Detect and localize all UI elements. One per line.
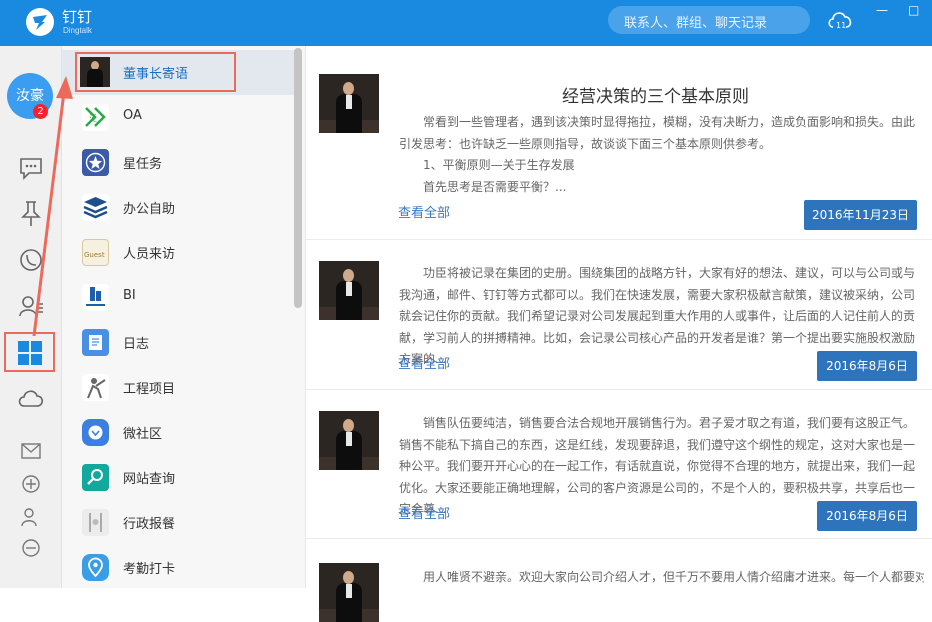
cloud-sync-icon[interactable]: 11 bbox=[826, 7, 854, 37]
excerpt-line: 1、平衡原则—关于生存发展 bbox=[423, 158, 575, 172]
app-label: 人员来访 bbox=[123, 247, 176, 262]
app-label: 微社区 bbox=[123, 427, 163, 442]
unread-badge: 2 bbox=[33, 104, 48, 119]
date-button[interactable]: 2016年11月23日 bbox=[804, 200, 917, 230]
more-icon[interactable] bbox=[21, 538, 41, 562]
add-icon[interactable] bbox=[21, 474, 41, 498]
app-label: OA bbox=[123, 108, 142, 123]
left-nav: 汝豪 2 bbox=[0, 46, 62, 588]
minimize-button[interactable]: — bbox=[876, 3, 888, 17]
app-label: BI bbox=[123, 288, 136, 303]
search-input[interactable]: 联系人、群组、聊天记录 bbox=[608, 6, 810, 34]
stack-icon bbox=[82, 194, 109, 221]
article-feed: 经营决策的三个基本原则 常看到一些管理者，遇到该决策时显得拖拉，模糊，没有决断力… bbox=[306, 46, 932, 622]
app-label: 考勤打卡 bbox=[123, 562, 176, 577]
excerpt-line: 首先思考是否需要平衡？... bbox=[423, 179, 567, 194]
bi-logo-icon bbox=[82, 284, 109, 311]
phone-icon[interactable] bbox=[17, 246, 45, 278]
article-excerpt: 用人唯贤不避亲。欢迎大家向公司介绍人才，但千万不要用人情介绍庸才进来。每一个人都… bbox=[399, 567, 924, 589]
app-item-bi[interactable]: BI bbox=[62, 275, 298, 320]
dingtalk-logo-icon bbox=[26, 8, 54, 36]
view-all-link[interactable]: 查看全部 bbox=[398, 202, 450, 221]
chairman-highlight-box bbox=[75, 52, 236, 92]
location-pin-icon bbox=[82, 554, 109, 581]
app-item-visitor[interactable]: Guest 人员来访 bbox=[62, 230, 298, 275]
title-bar: 钉钉 Dingtalk 联系人、群组、聊天记录 11 — □ bbox=[0, 0, 932, 46]
guest-icon: Guest bbox=[82, 239, 109, 266]
article-card: 经营决策的三个基本原则 常看到一些管理者，遇到该决策时显得拖拉，模糊，没有决断力… bbox=[306, 46, 932, 240]
excerpt-line: 常看到一些管理者，遇到该决策时显得拖拉，模糊，没有决断力，造成负面影响和损失。由… bbox=[399, 115, 916, 151]
app-label: 星任务 bbox=[123, 157, 163, 172]
star-icon bbox=[82, 149, 109, 176]
app-label: 办公自助 bbox=[123, 202, 176, 217]
article-card: 功臣将被记录在集团的史册。围绕集团的战略方针，大家有好的想法、建议，可以与公司或… bbox=[306, 240, 932, 390]
cloud-disk-icon[interactable] bbox=[17, 386, 45, 416]
view-all-link[interactable]: 查看全部 bbox=[398, 503, 450, 522]
date-button[interactable]: 2016年8月6日 bbox=[817, 501, 917, 531]
app-item-web-query[interactable]: 网站查询 bbox=[62, 455, 298, 500]
app-item-community[interactable]: 微社区 bbox=[62, 410, 298, 455]
user-settings-icon[interactable] bbox=[21, 507, 41, 531]
app-item-log[interactable]: 日志 bbox=[62, 320, 298, 365]
article-title: 经营决策的三个基本原则 bbox=[562, 87, 749, 107]
app-item-project[interactable]: 工程项目 bbox=[62, 365, 298, 410]
apps-highlight-box bbox=[4, 332, 55, 372]
app-label: 日志 bbox=[123, 337, 150, 352]
app-label: 工程项目 bbox=[123, 382, 176, 397]
svg-text:Guest: Guest bbox=[84, 251, 105, 259]
worker-icon bbox=[82, 374, 109, 401]
author-photo bbox=[319, 411, 379, 470]
app-item-meal[interactable]: 行政报餐 bbox=[62, 500, 298, 545]
svg-text:11: 11 bbox=[836, 21, 846, 30]
contacts-icon[interactable] bbox=[17, 292, 45, 324]
app-label: 网站查询 bbox=[123, 472, 176, 487]
brand-subtitle: Dingtalk bbox=[63, 26, 92, 35]
maximize-button[interactable]: □ bbox=[908, 3, 919, 17]
author-photo bbox=[319, 563, 379, 622]
app-item-star-task[interactable]: 星任务 bbox=[62, 140, 298, 185]
community-icon bbox=[82, 419, 109, 446]
meal-icon bbox=[82, 509, 109, 536]
brand-name: 钉钉 bbox=[62, 8, 93, 26]
app-label: 行政报餐 bbox=[123, 517, 176, 532]
author-photo bbox=[319, 74, 379, 133]
app-list-scrollbar[interactable] bbox=[294, 48, 302, 308]
view-all-link[interactable]: 查看全部 bbox=[398, 353, 450, 372]
svg-text:泛: 泛 bbox=[89, 113, 97, 123]
app-item-oa[interactable]: 泛 OA bbox=[62, 95, 298, 140]
app-item-attendance[interactable]: 考勤打卡 bbox=[62, 545, 298, 590]
article-card: 销售队伍要纯洁，销售要合法合规地开展销售行为。君子爱才取之有道，我们要有这股正气… bbox=[306, 390, 932, 539]
article-excerpt: 常看到一些管理者，遇到该决策时显得拖拉，模糊，没有决断力，造成负面影响和损失。由… bbox=[399, 112, 924, 198]
mail-icon[interactable] bbox=[21, 443, 41, 463]
magnifier-icon bbox=[82, 464, 109, 491]
app-list: 董事长寄语 泛 OA 星任务 办公自助 Guest 人员来访 BI 日志 工程项… bbox=[62, 46, 306, 588]
message-icon[interactable] bbox=[17, 154, 45, 186]
pin-icon[interactable] bbox=[17, 198, 45, 232]
article-card: 用人唯贤不避亲。欢迎大家向公司介绍人才，但千万不要用人情介绍庸才进来。每一个人都… bbox=[306, 539, 932, 622]
excerpt-line: 用人唯贤不避亲。欢迎大家向公司介绍人才，但千万不要用人情介绍庸才进来。每一个人都… bbox=[423, 570, 924, 584]
date-button[interactable]: 2016年8月6日 bbox=[817, 351, 917, 381]
note-icon bbox=[82, 329, 109, 356]
author-photo bbox=[319, 261, 379, 320]
fanwei-logo-icon: 泛 bbox=[82, 104, 109, 131]
app-item-office-self[interactable]: 办公自助 bbox=[62, 185, 298, 230]
